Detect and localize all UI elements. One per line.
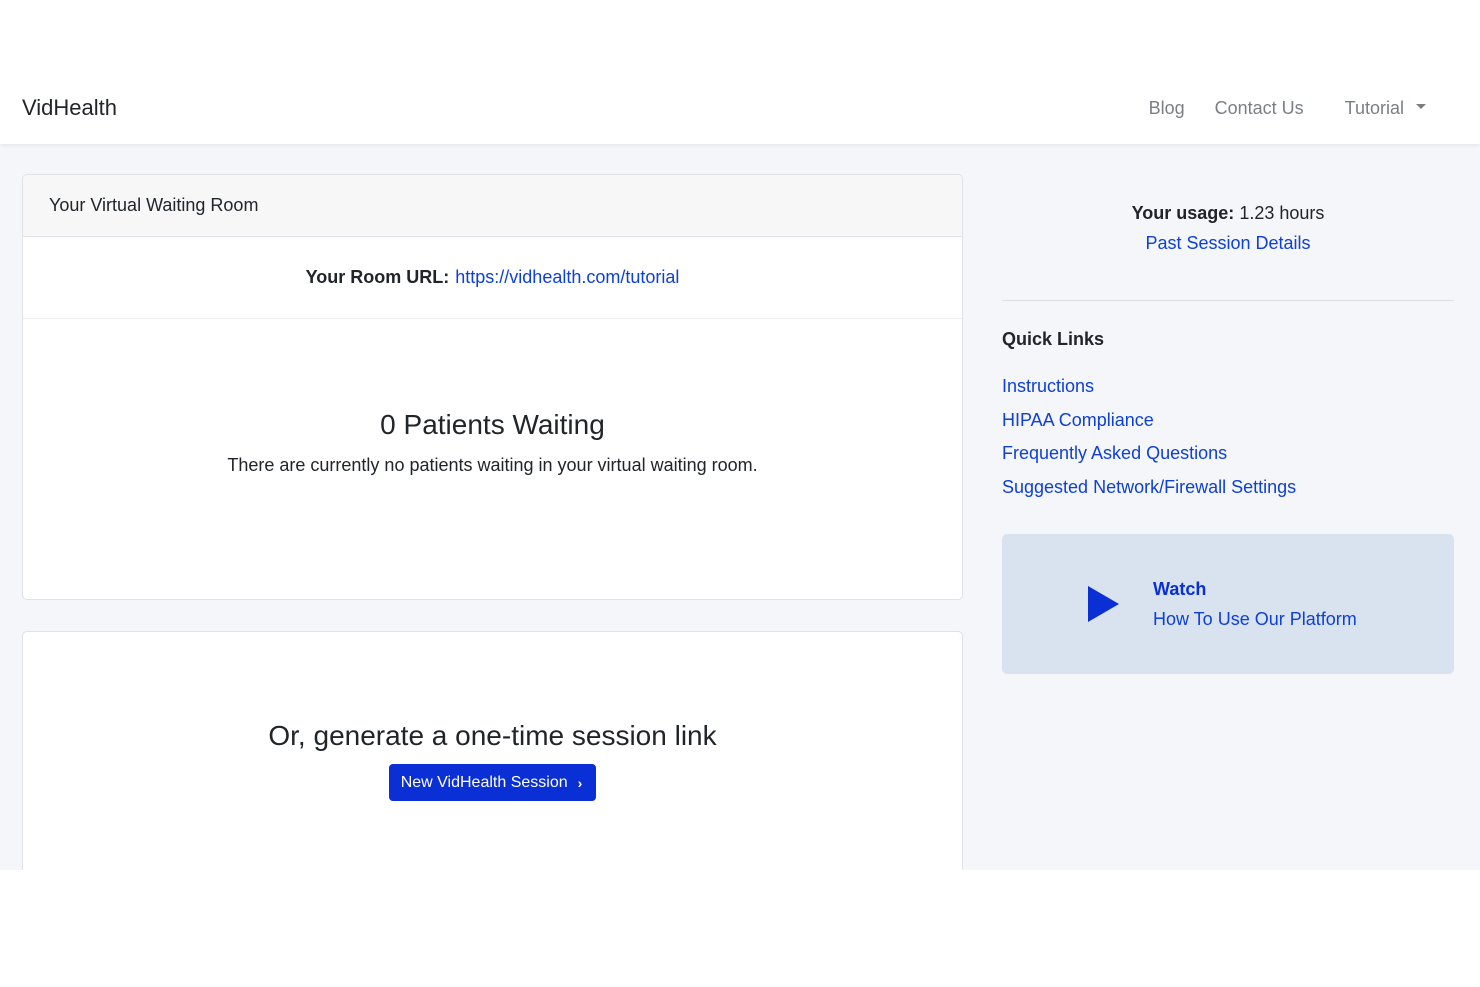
nav-link-contact-us[interactable]: Contact Us <box>1200 98 1319 119</box>
caret-down-icon <box>1416 103 1426 109</box>
new-session-button[interactable]: New VidHealth Session › <box>388 764 597 801</box>
quick-link-item: Instructions <box>1002 370 1454 404</box>
empty-waiting-message: There are currently no patients waiting … <box>227 455 758 475</box>
quick-link-item: HIPAA Compliance <box>1002 404 1454 438</box>
usage-summary: Your usage: 1.23 hours Past Session Deta… <box>1002 144 1454 258</box>
room-url-label: Your Room URL: <box>305 267 450 287</box>
quick-links-list: Instructions HIPAA Compliance Frequently… <box>1002 370 1454 504</box>
room-url-link[interactable]: https://vidhealth.com/tutorial <box>455 267 679 288</box>
nav-links: Blog Contact Us Tutorial <box>1134 98 1458 119</box>
usage-line: Your usage: 1.23 hours <box>1002 198 1454 228</box>
quick-link-instructions[interactable]: Instructions <box>1002 376 1094 396</box>
usage-value: 1.23 hours <box>1239 203 1325 223</box>
session-link-title: Or, generate a one-time session link <box>268 720 717 751</box>
play-icon[interactable] <box>1088 586 1119 622</box>
waiting-status: 0 Patients Waiting There are currently n… <box>23 319 962 476</box>
usage-label: Your usage: <box>1131 203 1235 223</box>
patients-waiting-count: 0 Patients Waiting <box>380 409 605 440</box>
watch-tutorial-box[interactable]: Watch How To Use Our Platform <box>1002 534 1454 674</box>
tutorial-dropdown[interactable]: Tutorial <box>1319 98 1458 119</box>
new-session-button-label: New VidHealth Session <box>400 773 568 791</box>
quick-link-hipaa[interactable]: HIPAA Compliance <box>1002 410 1154 430</box>
sidebar: Your usage: 1.23 hours Past Session Deta… <box>1002 144 1454 674</box>
session-link-card: Or, generate a one-time session link New… <box>22 631 963 870</box>
quick-link-network-settings[interactable]: Suggested Network/Firewall Settings <box>1002 477 1296 497</box>
quick-link-item: Suggested Network/Firewall Settings <box>1002 471 1454 505</box>
watch-title[interactable]: Watch <box>1153 574 1357 604</box>
watch-text: Watch How To Use Our Platform <box>1153 574 1357 634</box>
watch-subtitle-link[interactable]: How To Use Our Platform <box>1153 609 1357 629</box>
waiting-room-header: Your Virtual Waiting Room <box>23 175 962 237</box>
quick-links-title: Quick Links <box>1002 329 1105 349</box>
quick-link-item: Frequently Asked Questions <box>1002 437 1454 471</box>
nav-link-blog[interactable]: Blog <box>1134 98 1200 119</box>
past-session-details-link[interactable]: Past Session Details <box>1145 233 1310 253</box>
waiting-room-card: Your Virtual Waiting Room Your Room URL:… <box>22 174 963 600</box>
quick-link-faq[interactable]: Frequently Asked Questions <box>1002 443 1227 463</box>
brand-logo[interactable]: VidHealth <box>22 95 117 121</box>
sidebar-divider <box>1002 300 1454 301</box>
tutorial-dropdown-label: Tutorial <box>1344 97 1404 118</box>
top-navbar: VidHealth Blog Contact Us Tutorial <box>0 72 1480 144</box>
room-url-row: Your Room URL: https://vidhealth.com/tut… <box>23 237 962 319</box>
page-content: Your Virtual Waiting Room Your Room URL:… <box>0 144 1480 870</box>
chevron-right-icon: › <box>577 774 583 791</box>
